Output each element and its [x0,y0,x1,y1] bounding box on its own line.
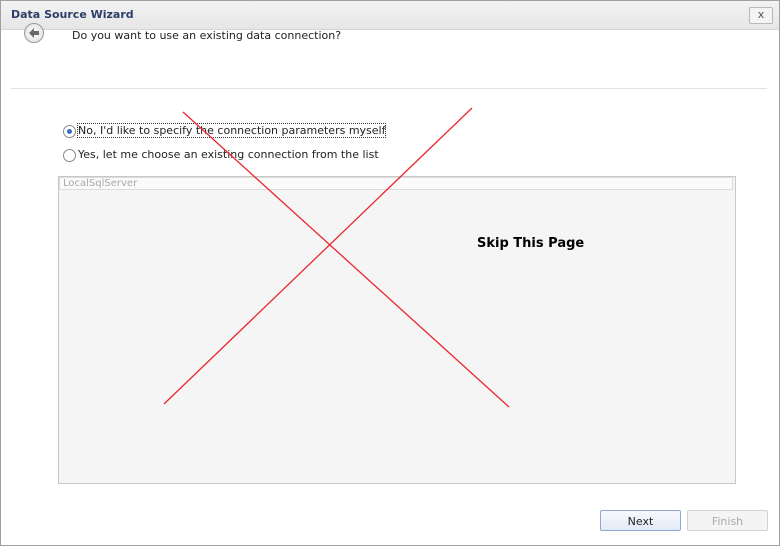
radio-button[interactable] [63,149,76,162]
option-label: No, I'd like to specify the connection p… [76,123,387,138]
next-button[interactable]: Next [600,510,681,531]
finish-button[interactable]: Finish [687,510,768,531]
wizard-question: Do you want to use an existing data conn… [72,29,342,42]
window-title: Data Source Wizard [11,8,134,21]
back-arrow-icon [29,28,39,38]
wizard-window: Data Source Wizard x Do you want to use … [0,0,780,546]
radio-button-selected[interactable] [63,125,76,138]
close-button[interactable]: x [749,7,773,24]
list-item[interactable]: LocalSqlServer [59,177,733,190]
option-label: Yes, let me choose an existing connectio… [78,148,379,161]
skip-page-annotation: Skip This Page [477,236,585,251]
title-bar[interactable]: Data Source Wizard x [1,1,779,30]
back-button[interactable] [24,23,44,43]
connection-list[interactable]: LocalSqlServer [58,176,736,484]
